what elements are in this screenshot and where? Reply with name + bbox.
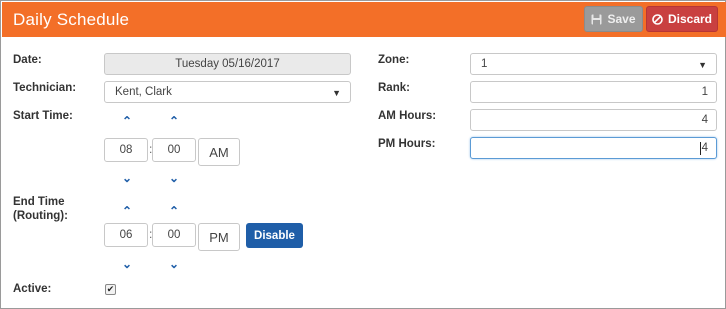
date-field: Tuesday 05/16/2017 (104, 53, 351, 75)
discard-label: Discard (667, 12, 713, 26)
start-hour-up-chevron-up-icon[interactable]: ⌃ (119, 114, 135, 128)
am-hours-value: 4 (701, 114, 708, 126)
active-checkbox[interactable]: ✔ (105, 284, 116, 295)
dialog-title: Daily Schedule (13, 10, 130, 29)
start-minute-value: 00 (167, 144, 181, 156)
end-hour-value: 06 (119, 229, 133, 241)
end-meridiem-value: PM (209, 229, 229, 245)
date-value: Tuesday 05/16/2017 (175, 58, 280, 70)
discard-button[interactable]: Discard (646, 6, 718, 32)
technician-label: Technician: (13, 82, 77, 94)
start-minute-up-chevron-up-icon[interactable]: ⌃ (166, 114, 182, 128)
save-label: Save (607, 12, 636, 26)
ban-icon (652, 13, 663, 25)
start-minute-down-chevron-down-icon[interactable]: ⌄ (166, 171, 182, 185)
pm-hours-value: 4 (701, 142, 708, 154)
end-hour-up-chevron-up-icon[interactable]: ⌃ (119, 204, 135, 218)
caret-down-icon: ▼ (698, 60, 707, 70)
end-minute-up-chevron-up-icon[interactable]: ⌃ (166, 204, 182, 218)
start-hour-down-chevron-down-icon[interactable]: ⌄ (119, 171, 135, 185)
start-meridiem-value: AM (209, 144, 229, 160)
pm-hours-label: PM Hours: (378, 138, 436, 150)
checkmark-icon: ✔ (106, 284, 115, 294)
floppy-disk-icon (591, 14, 602, 24)
start-hour-input[interactable]: 08 (104, 138, 148, 162)
zone-select[interactable]: 1 ▼ (470, 53, 717, 75)
zone-label: Zone: (378, 54, 410, 66)
end-meridiem-toggle[interactable]: PM (198, 223, 240, 251)
end-minute-input[interactable]: 00 (152, 223, 196, 247)
end-time-label-line2: (Routing): (13, 210, 68, 222)
zone-value: 1 (481, 58, 488, 70)
end-hour-down-chevron-down-icon[interactable]: ⌄ (119, 257, 135, 271)
disable-label: Disable (254, 229, 295, 242)
date-label: Date: (13, 54, 42, 66)
dialog-header: Daily Schedule Save Discard (2, 2, 726, 37)
daily-schedule-dialog: Daily Schedule Save Discard Date: Tuesda… (0, 0, 726, 309)
text-cursor (699, 141, 701, 155)
end-time-label: End Time (Routing): (13, 195, 68, 223)
am-hours-label: AM Hours: (378, 110, 437, 122)
start-hour-value: 08 (119, 144, 133, 156)
pm-hours-input[interactable]: 4 (470, 137, 717, 159)
rank-label: Rank: (378, 82, 410, 94)
am-hours-input[interactable]: 4 (470, 109, 717, 131)
end-minute-value: 00 (167, 229, 181, 241)
start-meridiem-toggle[interactable]: AM (198, 138, 240, 166)
active-label: Active: (13, 283, 52, 295)
technician-value: Kent, Clark (115, 86, 172, 98)
save-button[interactable]: Save (584, 6, 643, 32)
start-time-label: Start Time: (13, 110, 73, 122)
disable-button[interactable]: Disable (246, 223, 303, 248)
technician-select[interactable]: Kent, Clark ▼ (104, 81, 351, 103)
start-minute-input[interactable]: 00 (152, 138, 196, 162)
end-time-label-line1: End Time (13, 196, 65, 208)
rank-input[interactable]: 1 (470, 81, 717, 103)
end-minute-down-chevron-down-icon[interactable]: ⌄ (166, 257, 182, 271)
end-hour-input[interactable]: 06 (104, 223, 148, 247)
caret-down-icon: ▼ (332, 88, 341, 98)
rank-value: 1 (701, 86, 708, 98)
